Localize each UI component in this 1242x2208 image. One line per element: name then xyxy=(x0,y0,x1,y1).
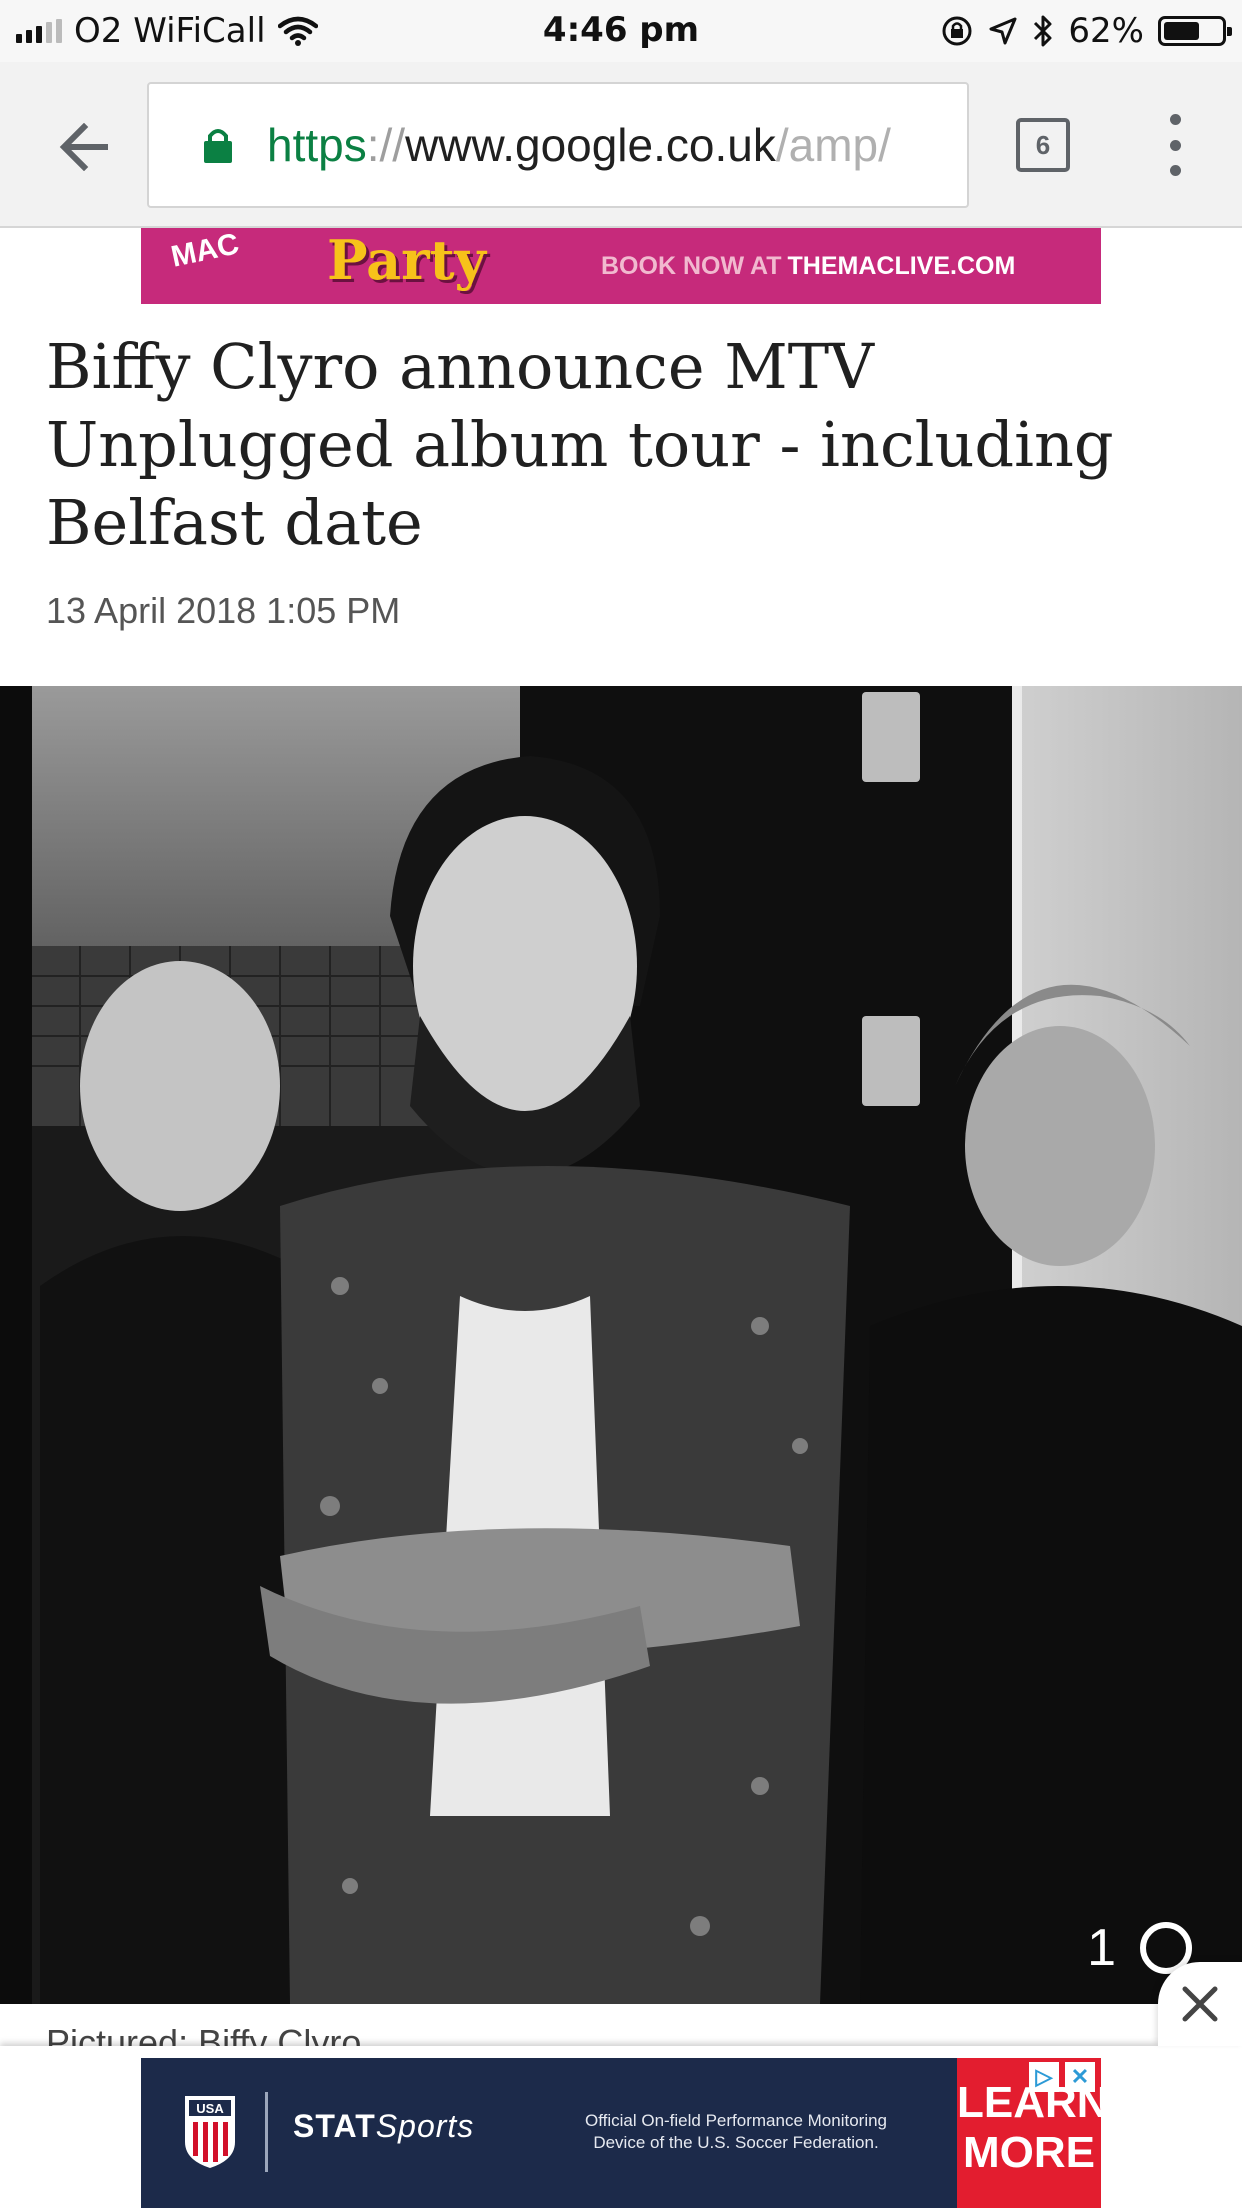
browser-toolbar: https://www.google.co.uk/amp/ 6 xyxy=(0,62,1242,228)
ad-close-small-icon[interactable]: ✕ xyxy=(1065,2062,1095,2092)
battery-fill xyxy=(1164,22,1199,40)
status-bar: O2 WiFiCall 4:46 pm 62% xyxy=(0,0,1242,62)
address-bar[interactable]: https://www.google.co.uk/amp/ xyxy=(147,82,969,208)
orientation-lock-icon xyxy=(942,16,972,46)
photo-index: 1 xyxy=(1087,1919,1116,1977)
tab-switcher-button[interactable]: 6 xyxy=(1016,118,1070,172)
secure-lock-icon xyxy=(204,129,232,163)
menu-dot-icon xyxy=(1169,114,1181,125)
battery-icon xyxy=(1158,16,1232,46)
close-icon xyxy=(1182,1986,1218,2022)
statsports-logo: STATSports xyxy=(293,2108,474,2145)
bottom-banner-ad[interactable]: USA STATSports Official On-field Perform… xyxy=(141,2058,1101,2208)
url-scheme: https xyxy=(267,119,367,171)
browser-page: O2 WiFiCall 4:46 pm 62% https:// www.go… xyxy=(0,0,1242,2208)
us-soccer-crest-icon: USA xyxy=(185,2096,235,2168)
ad-cta: BOOK NOW AT THEMACLIVE.COM xyxy=(601,228,1015,304)
close-ad-button[interactable] xyxy=(1158,1962,1242,2046)
menu-dot-icon xyxy=(1169,139,1181,151)
crest-text: USA xyxy=(196,2101,224,2116)
url-host: www.google.co.uk xyxy=(405,119,776,171)
overflow-menu-button[interactable] xyxy=(1160,114,1190,176)
cta-line-2: MORE xyxy=(963,2128,1095,2177)
ad-copy: Official On-field Performance Monitoring… xyxy=(584,2111,888,2152)
adchoices: ▷ ✕ xyxy=(1029,2062,1095,2092)
bluetooth-icon xyxy=(1034,15,1052,47)
url-path: /amp/ xyxy=(775,119,891,171)
url-separator: :// xyxy=(366,119,406,171)
location-arrow-icon xyxy=(989,17,1017,45)
battery-percent: 62% xyxy=(1068,11,1144,51)
ad-cta-site: THEMACLIVE.COM xyxy=(787,251,1016,280)
brand-prefix: STAT xyxy=(293,2108,376,2144)
back-arrow-icon xyxy=(59,123,108,171)
ad-logo: MAC xyxy=(168,228,242,274)
back-button[interactable] xyxy=(50,112,120,182)
tab-count: 6 xyxy=(1035,129,1051,160)
top-banner-ad[interactable]: MAC Party BOOK NOW AT THEMACLIVE.COM xyxy=(141,228,1101,304)
article-date: 13 April 2018 1:05 PM xyxy=(46,590,401,631)
adchoices-icon[interactable]: ▷ xyxy=(1029,2062,1059,2092)
status-right: 62% xyxy=(940,10,1232,52)
ad-cta-prefix: BOOK NOW AT xyxy=(601,251,782,280)
ad-divider xyxy=(265,2092,268,2172)
ad-headline: Party xyxy=(327,228,486,292)
article-photo[interactable]: 1 xyxy=(0,686,1242,2004)
article-headline: Biffy Clyro announce MTV Unplugged album… xyxy=(46,330,1114,559)
menu-dot-icon xyxy=(1169,165,1181,176)
band-photo-illustration xyxy=(0,686,1242,2004)
brand-suffix: Sports xyxy=(375,2108,475,2144)
